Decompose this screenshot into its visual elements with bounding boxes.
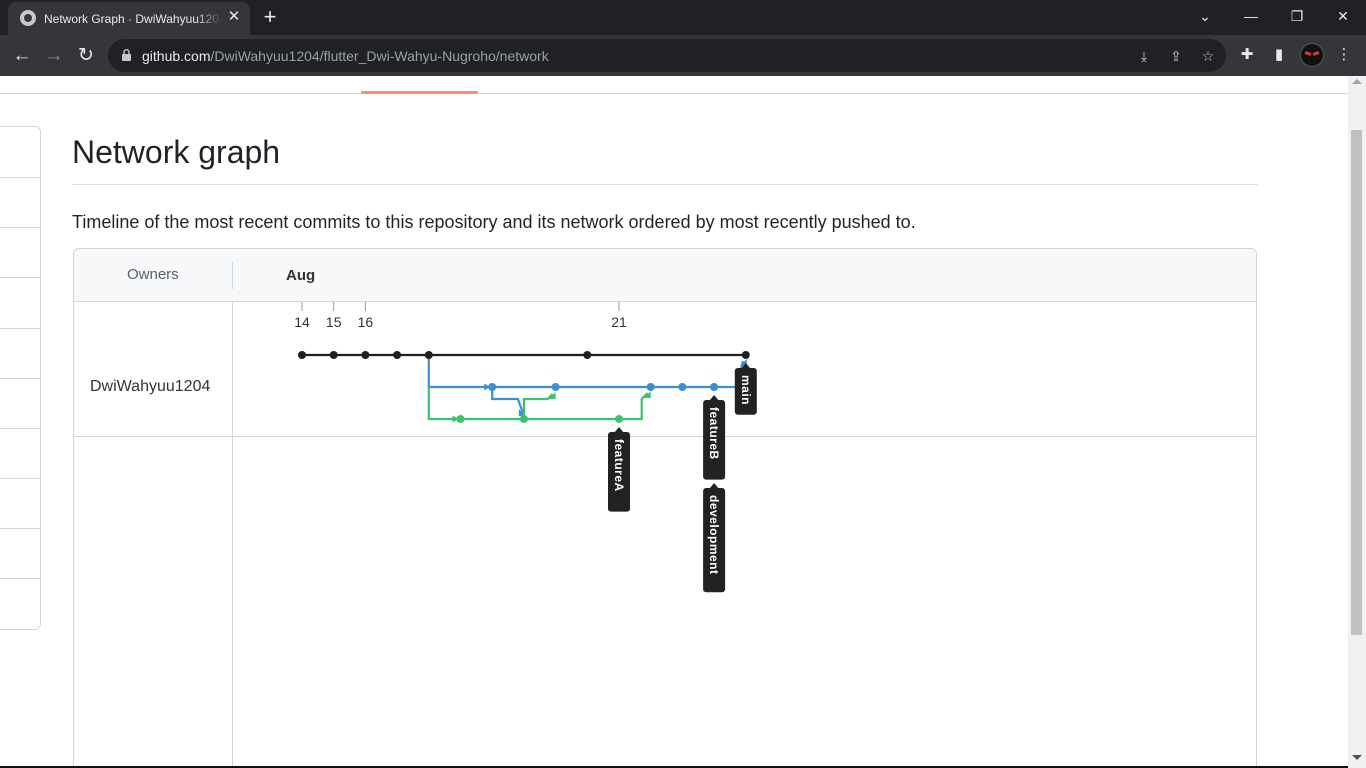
tab-bar: Network Graph · DwiWahyuu1204/flutter_Dw… — [0, 0, 1366, 35]
extensions-icon[interactable]: ✚ — [1236, 44, 1258, 66]
side-menu-item[interactable] — [0, 277, 41, 278]
commit-dot — [488, 383, 497, 391]
insights-side-menu — [0, 126, 41, 630]
green-branch-line — [522, 393, 554, 419]
side-menu-item[interactable] — [0, 378, 41, 379]
forward-button[interactable]: → — [40, 42, 68, 70]
browser-toolbar: ← → ↻ github.com/DwiWahyuu1204/flutter_D… — [0, 35, 1366, 76]
active-tab-indicator — [361, 91, 478, 94]
scroll-up-arrow[interactable] — [1352, 79, 1362, 84]
lock-icon — [122, 49, 131, 61]
back-button[interactable]: ← — [8, 42, 36, 70]
page-scrollbar[interactable] — [1348, 76, 1366, 768]
install-icon[interactable]: ⤓ — [1134, 46, 1154, 66]
branch-label: development — [707, 495, 721, 575]
side-menu-item[interactable] — [0, 428, 41, 429]
green-branch-line — [427, 387, 455, 421]
restore-button[interactable]: ❐ — [1282, 4, 1312, 28]
day-label: 16 — [358, 314, 374, 330]
commit-dot — [741, 351, 750, 359]
side-menu-item[interactable] — [0, 328, 41, 329]
tab-search-button[interactable]: ⌄ — [1190, 4, 1220, 28]
commit-dot — [424, 351, 433, 359]
title-divider — [72, 184, 1258, 185]
commit-dot — [615, 415, 623, 423]
commit-dot — [678, 383, 687, 391]
network-graph-panel[interactable]: Owners Aug DwiWahyuu1204 14 15 16 21 main fea… — [73, 248, 1257, 768]
day-label: 21 — [611, 314, 627, 330]
github-icon — [20, 10, 36, 26]
commit-dot — [298, 351, 306, 359]
commit-dot — [583, 351, 592, 359]
side-menu-item[interactable] — [0, 177, 41, 178]
branch-label: featureA — [612, 439, 626, 492]
blue-branch-line — [492, 360, 744, 389]
commit-dot — [329, 351, 338, 359]
tab-title: Network Graph · DwiWahyuu1204/flutter_Dw… — [44, 12, 222, 26]
scroll-thumb[interactable] — [1351, 130, 1362, 635]
close-window-button[interactable]: ✕ — [1328, 4, 1358, 28]
browser-tab[interactable]: Network Graph · DwiWahyuu1204/flutter_Dw… — [8, 2, 250, 35]
commit-dot — [519, 415, 528, 423]
side-menu-item[interactable] — [0, 528, 41, 529]
minimize-button[interactable]: — — [1236, 4, 1266, 28]
share-icon[interactable]: ⇪ — [1166, 46, 1186, 66]
commit-dot — [393, 351, 402, 359]
address-bar[interactable]: github.com/DwiWahyuu1204/flutter_Dwi-Wah… — [108, 39, 1226, 72]
bookmark-star-icon[interactable]: ☆ — [1198, 46, 1218, 66]
page-title: Network graph — [72, 134, 281, 170]
branch-label: main — [739, 375, 753, 405]
side-menu-item[interactable] — [0, 578, 41, 579]
commit-dot — [456, 415, 465, 423]
branch-label: featureB — [707, 407, 721, 460]
url-text[interactable]: github.com/DwiWahyuu1204/flutter_Dwi-Wah… — [142, 47, 549, 65]
chrome-menu-icon[interactable]: ⋮ — [1333, 44, 1355, 66]
profile-avatar[interactable] — [1300, 43, 1324, 67]
new-tab-button[interactable]: + — [256, 4, 284, 30]
scroll-down-arrow[interactable] — [1352, 755, 1362, 760]
commit-dot — [551, 383, 560, 391]
day-label: 14 — [294, 314, 310, 330]
side-menu-item[interactable] — [0, 227, 41, 228]
reload-button[interactable]: ↻ — [72, 42, 100, 70]
side-menu-item[interactable] — [0, 478, 41, 479]
page-subtitle: Timeline of the most recent commits to t… — [72, 212, 916, 232]
commit-graph[interactable]: 14 15 16 21 main featureB featureA development — [74, 249, 1257, 768]
commit-dot — [710, 383, 719, 391]
url-host: github.com — [142, 48, 211, 64]
repo-nav-divider — [0, 93, 1348, 94]
commit-dot — [361, 351, 370, 359]
blue-branch-line — [427, 355, 487, 389]
side-panel-icon[interactable]: ▮ — [1268, 44, 1290, 66]
url-path: /DwiWahyuu1204/flutter_Dwi-Wahyu-Nugroho… — [210, 48, 549, 64]
close-tab-icon[interactable]: ✕ — [225, 8, 243, 26]
commit-dot — [646, 383, 655, 391]
page-content: Network graph Timeline of the most recen… — [0, 76, 1348, 768]
blue-branch-line — [491, 387, 524, 414]
day-label: 15 — [326, 314, 342, 330]
